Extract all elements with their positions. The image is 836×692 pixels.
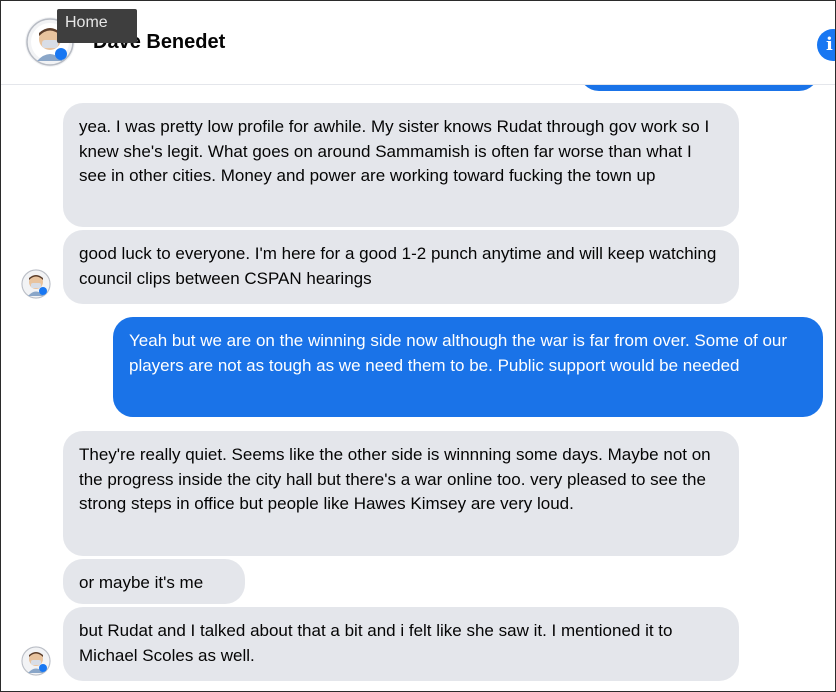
chat-header: Dave Benedet Home i	[1, 1, 835, 85]
sender-avatar[interactable]	[21, 646, 51, 676]
home-tooltip: Home	[57, 9, 137, 43]
avatar-image	[21, 646, 51, 676]
message-incoming[interactable]: good luck to everyone. I'm here for a go…	[63, 230, 739, 304]
message-incoming[interactable]: but Rudat and I talked about that a bit …	[63, 607, 739, 681]
info-icon[interactable]: i	[817, 29, 835, 61]
avatar-image	[21, 269, 51, 299]
message-outgoing[interactable]: Yeah but we are on the winning side now …	[113, 317, 823, 417]
message-incoming[interactable]: or maybe it's me	[63, 559, 245, 604]
sender-avatar[interactable]	[21, 269, 51, 299]
chat-window: Dave Benedet Home i yea. I was pretty lo…	[0, 0, 836, 692]
message-incoming[interactable]: They're really quiet. Seems like the oth…	[63, 431, 739, 556]
message-incoming[interactable]: yea. I was pretty low profile for awhile…	[63, 103, 739, 227]
